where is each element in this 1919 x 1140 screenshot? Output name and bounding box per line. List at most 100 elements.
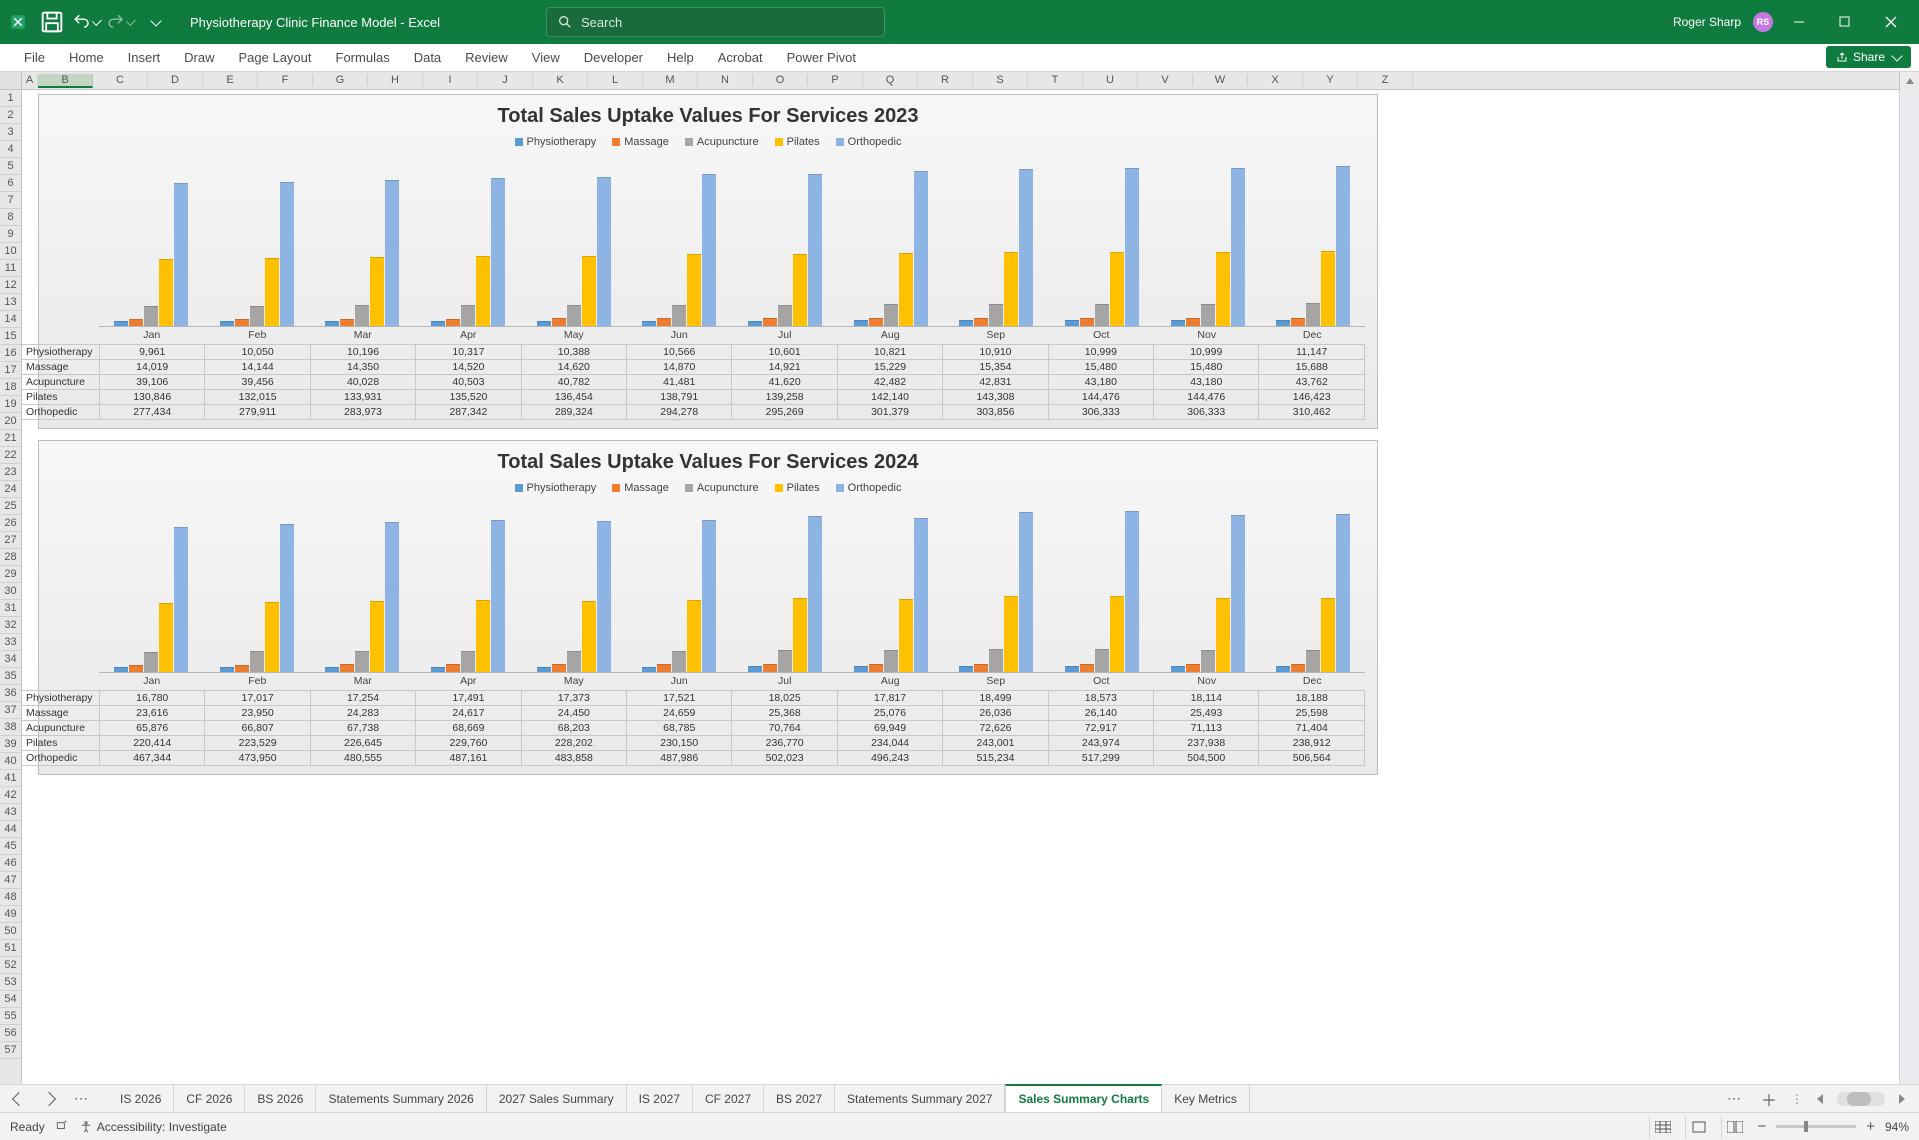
accessibility-status[interactable]: Accessibility: Investigate <box>79 1120 227 1134</box>
row-header-53[interactable]: 53 <box>0 974 21 991</box>
column-header-Z[interactable]: Z <box>1358 74 1413 86</box>
row-header-6[interactable]: 6 <box>0 175 21 192</box>
redo-button[interactable] <box>106 8 134 36</box>
sheet-tab-2027-sales-summary[interactable]: 2027 Sales Summary <box>487 1085 627 1112</box>
column-header-H[interactable]: H <box>368 74 423 86</box>
ribbon-tab-home[interactable]: Home <box>57 45 116 71</box>
row-header-2[interactable]: 2 <box>0 107 21 124</box>
row-header-52[interactable]: 52 <box>0 957 21 974</box>
column-header-S[interactable]: S <box>973 74 1028 86</box>
ribbon-tab-formulas[interactable]: Formulas <box>324 45 402 71</box>
hscroll-right[interactable] <box>1899 1094 1905 1104</box>
row-header-23[interactable]: 23 <box>0 464 21 481</box>
row-header-55[interactable]: 55 <box>0 1008 21 1025</box>
row-header-1[interactable]: 1 <box>0 90 21 107</box>
row-header-27[interactable]: 27 <box>0 532 21 549</box>
sheet-tab-cf-2026[interactable]: CF 2026 <box>174 1085 245 1112</box>
avatar[interactable]: RS <box>1753 12 1773 32</box>
tab-scroll-menu[interactable]: ⋯ <box>74 1090 94 1107</box>
row-header-9[interactable]: 9 <box>0 226 21 243</box>
row-header-25[interactable]: 25 <box>0 498 21 515</box>
row-header-16[interactable]: 16 <box>0 345 21 362</box>
column-header-J[interactable]: J <box>478 74 533 86</box>
row-header-47[interactable]: 47 <box>0 872 21 889</box>
ribbon-tab-page-layout[interactable]: Page Layout <box>227 45 324 71</box>
row-header-31[interactable]: 31 <box>0 600 21 617</box>
column-header-G[interactable]: G <box>313 74 368 86</box>
column-header-B[interactable]: B <box>38 74 93 88</box>
column-header-P[interactable]: P <box>808 74 863 86</box>
row-header-40[interactable]: 40 <box>0 753 21 770</box>
column-header-W[interactable]: W <box>1193 74 1248 86</box>
column-header-C[interactable]: C <box>93 74 148 86</box>
row-header-37[interactable]: 37 <box>0 702 21 719</box>
column-header-T[interactable]: T <box>1028 74 1083 86</box>
row-header-56[interactable]: 56 <box>0 1025 21 1042</box>
row-header-30[interactable]: 30 <box>0 583 21 600</box>
row-header-11[interactable]: 11 <box>0 260 21 277</box>
zoom-level[interactable]: 94% <box>1885 1120 1909 1134</box>
row-header-17[interactable]: 17 <box>0 362 21 379</box>
column-header-K[interactable]: K <box>533 74 588 86</box>
select-all-corner[interactable] <box>0 72 22 89</box>
row-header-24[interactable]: 24 <box>0 481 21 498</box>
column-header-M[interactable]: M <box>643 74 698 86</box>
column-header-O[interactable]: O <box>753 74 808 86</box>
save-button[interactable] <box>38 8 66 36</box>
row-header-46[interactable]: 46 <box>0 855 21 872</box>
row-header-50[interactable]: 50 <box>0 923 21 940</box>
row-header-18[interactable]: 18 <box>0 379 21 396</box>
ribbon-tab-review[interactable]: Review <box>453 45 520 71</box>
row-header-34[interactable]: 34 <box>0 651 21 668</box>
column-header-D[interactable]: D <box>148 74 203 86</box>
row-header-35[interactable]: 35 <box>0 668 21 685</box>
ribbon-tab-insert[interactable]: Insert <box>116 45 173 71</box>
ribbon-tab-view[interactable]: View <box>520 45 572 71</box>
row-headers[interactable]: 1234567891011121314151617181920212223242… <box>0 90 22 1084</box>
sheet-tab-statements-summary-2027[interactable]: Statements Summary 2027 <box>835 1085 1005 1112</box>
column-header-Q[interactable]: Q <box>863 74 918 86</box>
ribbon-tab-power-pivot[interactable]: Power Pivot <box>775 45 868 71</box>
macro-record-icon[interactable] <box>55 1118 69 1135</box>
ribbon-tab-help[interactable]: Help <box>655 45 706 71</box>
ribbon-tab-data[interactable]: Data <box>402 45 453 71</box>
zoom-slider[interactable] <box>1776 1125 1856 1128</box>
sheet-tab-is-2027[interactable]: IS 2027 <box>627 1085 693 1112</box>
row-header-42[interactable]: 42 <box>0 787 21 804</box>
row-header-8[interactable]: 8 <box>0 209 21 226</box>
sheet-tab-bs-2027[interactable]: BS 2027 <box>764 1085 835 1112</box>
row-header-19[interactable]: 19 <box>0 396 21 413</box>
row-header-48[interactable]: 48 <box>0 889 21 906</box>
chart-2023[interactable]: Total Sales Uptake Values For Services 2… <box>38 94 1378 429</box>
column-header-V[interactable]: V <box>1138 74 1193 86</box>
tab-scroll-right[interactable] <box>42 1091 56 1105</box>
close-button[interactable] <box>1871 6 1911 38</box>
row-header-38[interactable]: 38 <box>0 719 21 736</box>
row-header-20[interactable]: 20 <box>0 413 21 430</box>
column-header-E[interactable]: E <box>203 74 258 86</box>
page-break-view-button[interactable] <box>1721 1116 1747 1138</box>
page-layout-view-button[interactable] <box>1685 1116 1711 1138</box>
new-sheet-button[interactable]: ＋ <box>1761 1087 1777 1111</box>
sheet-tab-cf-2027[interactable]: CF 2027 <box>693 1085 764 1112</box>
tab-scroll-left[interactable] <box>12 1091 26 1105</box>
sheet-tab-statements-summary-2026[interactable]: Statements Summary 2026 <box>316 1085 486 1112</box>
row-header-57[interactable]: 57 <box>0 1042 21 1059</box>
ribbon-tab-acrobat[interactable]: Acrobat <box>706 45 775 71</box>
vertical-scrollbar[interactable] <box>1899 90 1919 1084</box>
column-header-U[interactable]: U <box>1083 74 1138 86</box>
row-header-54[interactable]: 54 <box>0 991 21 1008</box>
row-header-12[interactable]: 12 <box>0 277 21 294</box>
zoom-in-button[interactable]: + <box>1866 1118 1875 1135</box>
hscroll-left[interactable] <box>1817 1094 1823 1104</box>
tab-overflow[interactable]: ⋯ <box>1727 1090 1747 1107</box>
search-box[interactable]: Search <box>546 7 885 37</box>
sheet-tab-bs-2026[interactable]: BS 2026 <box>245 1085 316 1112</box>
column-header-L[interactable]: L <box>588 74 643 86</box>
horizontal-scrollbar[interactable] <box>1837 1092 1885 1106</box>
row-header-26[interactable]: 26 <box>0 515 21 532</box>
row-header-41[interactable]: 41 <box>0 770 21 787</box>
sheet-tab-key-metrics[interactable]: Key Metrics <box>1162 1085 1250 1112</box>
column-header-Y[interactable]: Y <box>1303 74 1358 86</box>
row-header-15[interactable]: 15 <box>0 328 21 345</box>
